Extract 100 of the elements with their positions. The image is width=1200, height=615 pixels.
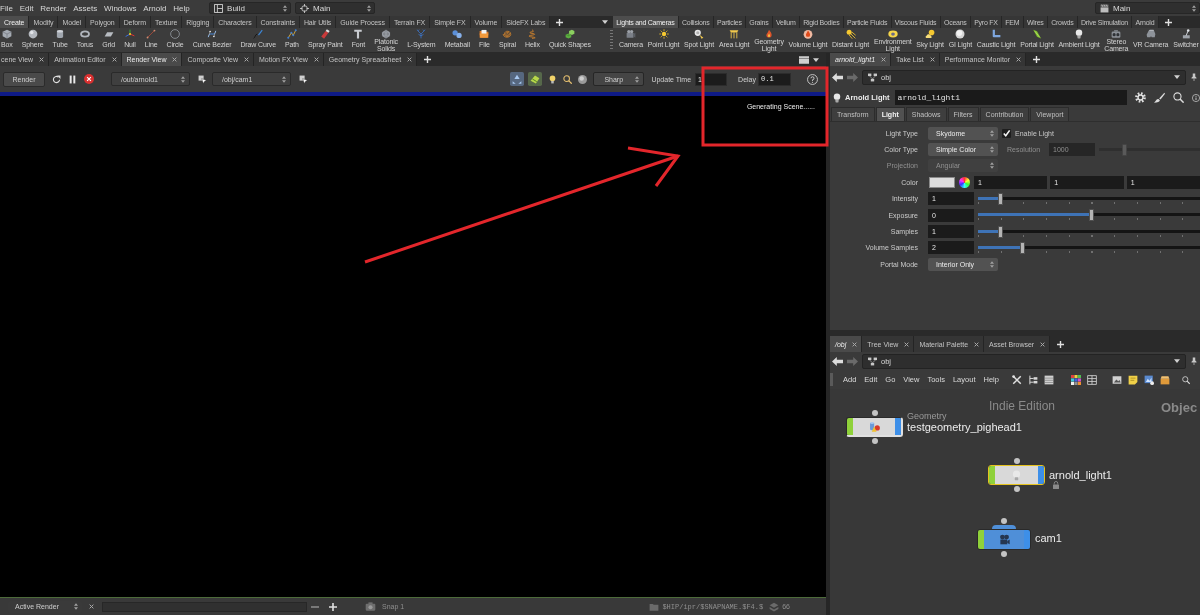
close-icon[interactable]	[39, 57, 45, 62]
camera-icon	[626, 29, 636, 39]
checkbox[interactable]	[1002, 128, 1011, 138]
plus-icon[interactable]	[1164, 18, 1172, 26]
tools-icon[interactable]	[1011, 374, 1022, 385]
pointer-icon[interactable]	[299, 74, 308, 84]
caret-icon[interactable]	[813, 57, 819, 62]
pen-icon	[253, 29, 264, 39]
spiral-icon	[502, 29, 513, 39]
close-icon[interactable]	[974, 341, 980, 347]
geometry-node[interactable]	[846, 417, 903, 437]
menu-item[interactable]: Arnold	[139, 3, 170, 13]
color-wheel-icon[interactable]	[959, 176, 970, 188]
gear-icon[interactable]	[1135, 92, 1146, 103]
slider-handle[interactable]	[1020, 241, 1026, 254]
lock-icon[interactable]	[1052, 481, 1060, 489]
axes-icon	[124, 29, 135, 39]
light-node[interactable]	[988, 465, 1045, 485]
pointer-icon[interactable]	[198, 74, 207, 84]
back-arrow-icon[interactable]	[832, 71, 843, 83]
menu-item[interactable]: Render	[36, 3, 70, 13]
search-icon[interactable]	[1181, 374, 1190, 385]
close-icon[interactable]	[929, 57, 935, 62]
slider-track[interactable]	[978, 192, 1200, 205]
menu-item[interactable]: Help	[169, 3, 194, 13]
slider-handle[interactable]	[998, 225, 1004, 238]
close-icon[interactable]	[243, 57, 249, 62]
camera-node[interactable]	[977, 525, 1031, 550]
box-icon[interactable]	[1159, 374, 1170, 385]
plus-icon[interactable]	[329, 602, 337, 611]
node-name-field[interactable]: arnold_light1	[894, 90, 1127, 105]
output-connector-icon[interactable]	[871, 438, 878, 444]
close-icon[interactable]	[313, 57, 319, 62]
desktop-dropdown[interactable]: Build	[209, 2, 292, 14]
caret-icon[interactable]	[602, 20, 608, 24]
grip-handle-icon[interactable]	[830, 373, 833, 386]
pin-icon[interactable]	[1190, 357, 1198, 365]
window-icon[interactable]	[799, 55, 809, 64]
slider-handle[interactable]	[1089, 209, 1095, 222]
helix-icon	[527, 29, 538, 39]
slider-track[interactable]	[1099, 143, 1200, 156]
close-icon[interactable]	[172, 57, 178, 62]
color-swatch-icon[interactable]	[929, 176, 955, 188]
lightbulb-icon[interactable]	[548, 74, 558, 84]
input-connector-icon[interactable]	[1013, 458, 1020, 464]
desktop-dropdown[interactable]: Main	[295, 2, 376, 14]
slanted-panel-icon	[1031, 29, 1042, 39]
search-icon[interactable]	[1173, 92, 1184, 103]
slider-track[interactable]	[978, 241, 1200, 254]
back-arrow-icon[interactable]	[832, 355, 843, 367]
grip-handle-icon[interactable]	[610, 30, 613, 50]
input-connector-icon[interactable]	[1001, 518, 1007, 524]
menu-item[interactable]: File	[0, 3, 17, 13]
close-icon[interactable]	[1016, 57, 1022, 62]
slider-handle[interactable]	[998, 192, 1004, 205]
cubes-icon	[564, 29, 575, 39]
close-icon[interactable]	[1040, 341, 1046, 347]
node-label: cam1	[1035, 531, 1062, 544]
diamond-icon[interactable]	[528, 72, 543, 86]
recycle-icon[interactable]	[510, 72, 525, 86]
camera-icon[interactable]	[365, 601, 376, 612]
stop-icon[interactable]	[84, 74, 94, 84]
output-connector-icon[interactable]	[1013, 486, 1020, 492]
minus-icon[interactable]	[311, 605, 319, 608]
desktop-dropdown[interactable]: Main	[1095, 2, 1200, 14]
refresh-icon[interactable]	[52, 74, 61, 84]
info-icon[interactable]	[1192, 93, 1200, 102]
palette-icon[interactable]	[1070, 374, 1081, 385]
list-icon[interactable]	[1043, 374, 1054, 385]
brush-icon[interactable]	[1154, 92, 1165, 103]
plus-icon[interactable]	[556, 18, 564, 26]
help-icon[interactable]	[807, 73, 818, 85]
input-connector-icon[interactable]	[871, 410, 878, 416]
menu-item[interactable]: Windows	[100, 3, 140, 13]
plus-icon[interactable]	[424, 56, 432, 63]
sphere-icon[interactable]	[578, 74, 588, 84]
close-icon[interactable]	[881, 57, 887, 62]
close-icon[interactable]	[904, 341, 910, 347]
output-connector-icon[interactable]	[1001, 551, 1007, 557]
zoom-icon[interactable]	[563, 74, 573, 84]
close-icon[interactable]	[852, 341, 858, 347]
camera-icon	[998, 534, 1010, 545]
cube-icon	[1, 29, 12, 39]
plus-icon[interactable]	[1057, 340, 1065, 348]
slider-track[interactable]	[978, 225, 1200, 238]
network-icon	[868, 72, 877, 82]
close-icon[interactable]	[111, 57, 117, 62]
grid-icon[interactable]	[1086, 374, 1097, 385]
menu-item[interactable]: Assets	[69, 3, 101, 13]
close-icon[interactable]	[407, 57, 413, 62]
pin-icon[interactable]	[1190, 73, 1198, 81]
menu-item[interactable]: Edit	[16, 3, 37, 13]
pause-icon[interactable]	[68, 74, 77, 84]
sticky-note-icon[interactable]	[1127, 374, 1138, 385]
plus-icon[interactable]	[1033, 56, 1041, 63]
slider-track[interactable]	[978, 209, 1200, 222]
hierarchy-icon[interactable]	[1027, 374, 1038, 385]
picture-icon[interactable]	[1143, 374, 1154, 385]
image-icon[interactable]	[1111, 374, 1122, 385]
close-icon[interactable]	[89, 604, 94, 609]
